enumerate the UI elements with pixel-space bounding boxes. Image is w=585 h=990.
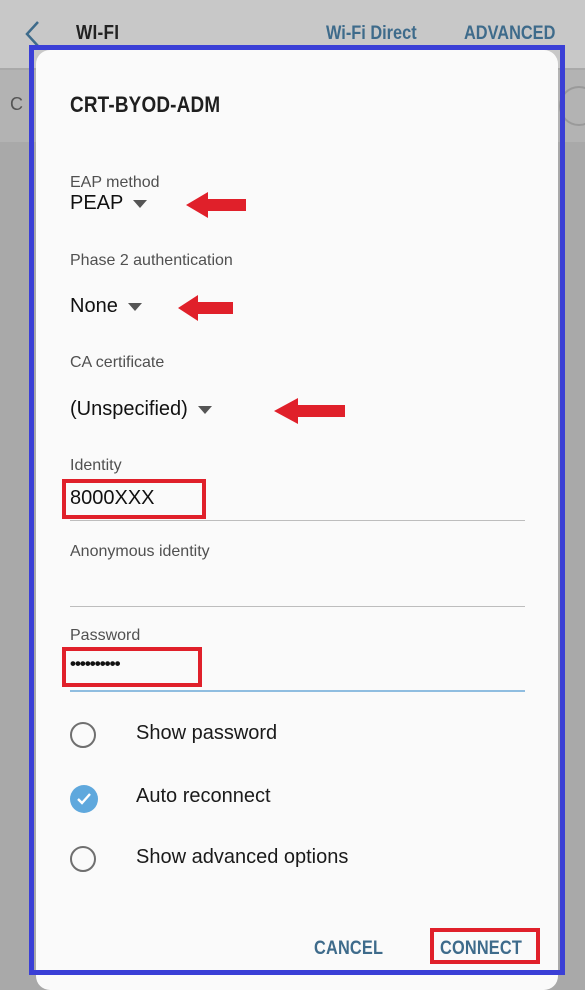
- wifi-direct-link[interactable]: Wi-Fi Direct: [326, 23, 417, 45]
- password-highlight-box: [62, 647, 202, 687]
- show-advanced-option[interactable]: Show advanced options: [70, 838, 510, 882]
- advanced-link[interactable]: ADVANCED: [464, 23, 555, 45]
- auto-reconnect-checkbox[interactable]: [70, 785, 98, 813]
- caret-down-icon: [197, 405, 212, 414]
- auto-reconnect-option[interactable]: Auto reconnect: [70, 777, 510, 821]
- show-advanced-label: Show advanced options: [136, 846, 349, 868]
- caret-down-icon: [133, 199, 148, 208]
- page-title: WI-FI: [76, 22, 120, 44]
- show-password-radio[interactable]: [70, 722, 96, 748]
- connect-highlight-box: [430, 928, 540, 964]
- red-arrow-left-icon: [274, 398, 345, 424]
- phase2-auth-value: None: [70, 295, 118, 317]
- ca-certificate-label: CA certificate: [70, 354, 165, 371]
- anonymous-identity-underline: [70, 606, 525, 607]
- check-icon: [77, 793, 91, 805]
- identity-highlight-box: [62, 479, 206, 519]
- anonymous-identity-label: Anonymous identity: [70, 543, 210, 560]
- red-arrow-left-icon: [186, 192, 246, 218]
- show-password-option[interactable]: Show password: [70, 714, 510, 758]
- eap-method-dropdown[interactable]: PEAP: [70, 192, 148, 215]
- network-name-title: CRT-BYOD-ADM: [70, 92, 221, 117]
- phase2-auth-label: Phase 2 authentication: [70, 252, 233, 269]
- ca-certificate-value: (Unspecified): [70, 398, 188, 420]
- phase2-auth-dropdown[interactable]: None: [70, 295, 142, 318]
- identity-label: Identity: [70, 457, 122, 474]
- eap-method-label: EAP method: [70, 174, 160, 191]
- chevron-left-icon[interactable]: [22, 18, 44, 50]
- red-arrow-left-icon: [178, 295, 233, 321]
- background-row-letter: C: [10, 94, 23, 114]
- identity-underline: [70, 520, 525, 521]
- cancel-button[interactable]: CANCEL: [314, 938, 383, 960]
- eap-method-value: PEAP: [70, 192, 124, 214]
- show-advanced-radio[interactable]: [70, 846, 96, 872]
- password-underline: [70, 690, 525, 692]
- auto-reconnect-label: Auto reconnect: [136, 785, 271, 807]
- ca-certificate-dropdown[interactable]: (Unspecified): [70, 398, 212, 421]
- show-password-label: Show password: [136, 722, 278, 744]
- password-label: Password: [70, 627, 141, 644]
- caret-down-icon: [127, 302, 142, 311]
